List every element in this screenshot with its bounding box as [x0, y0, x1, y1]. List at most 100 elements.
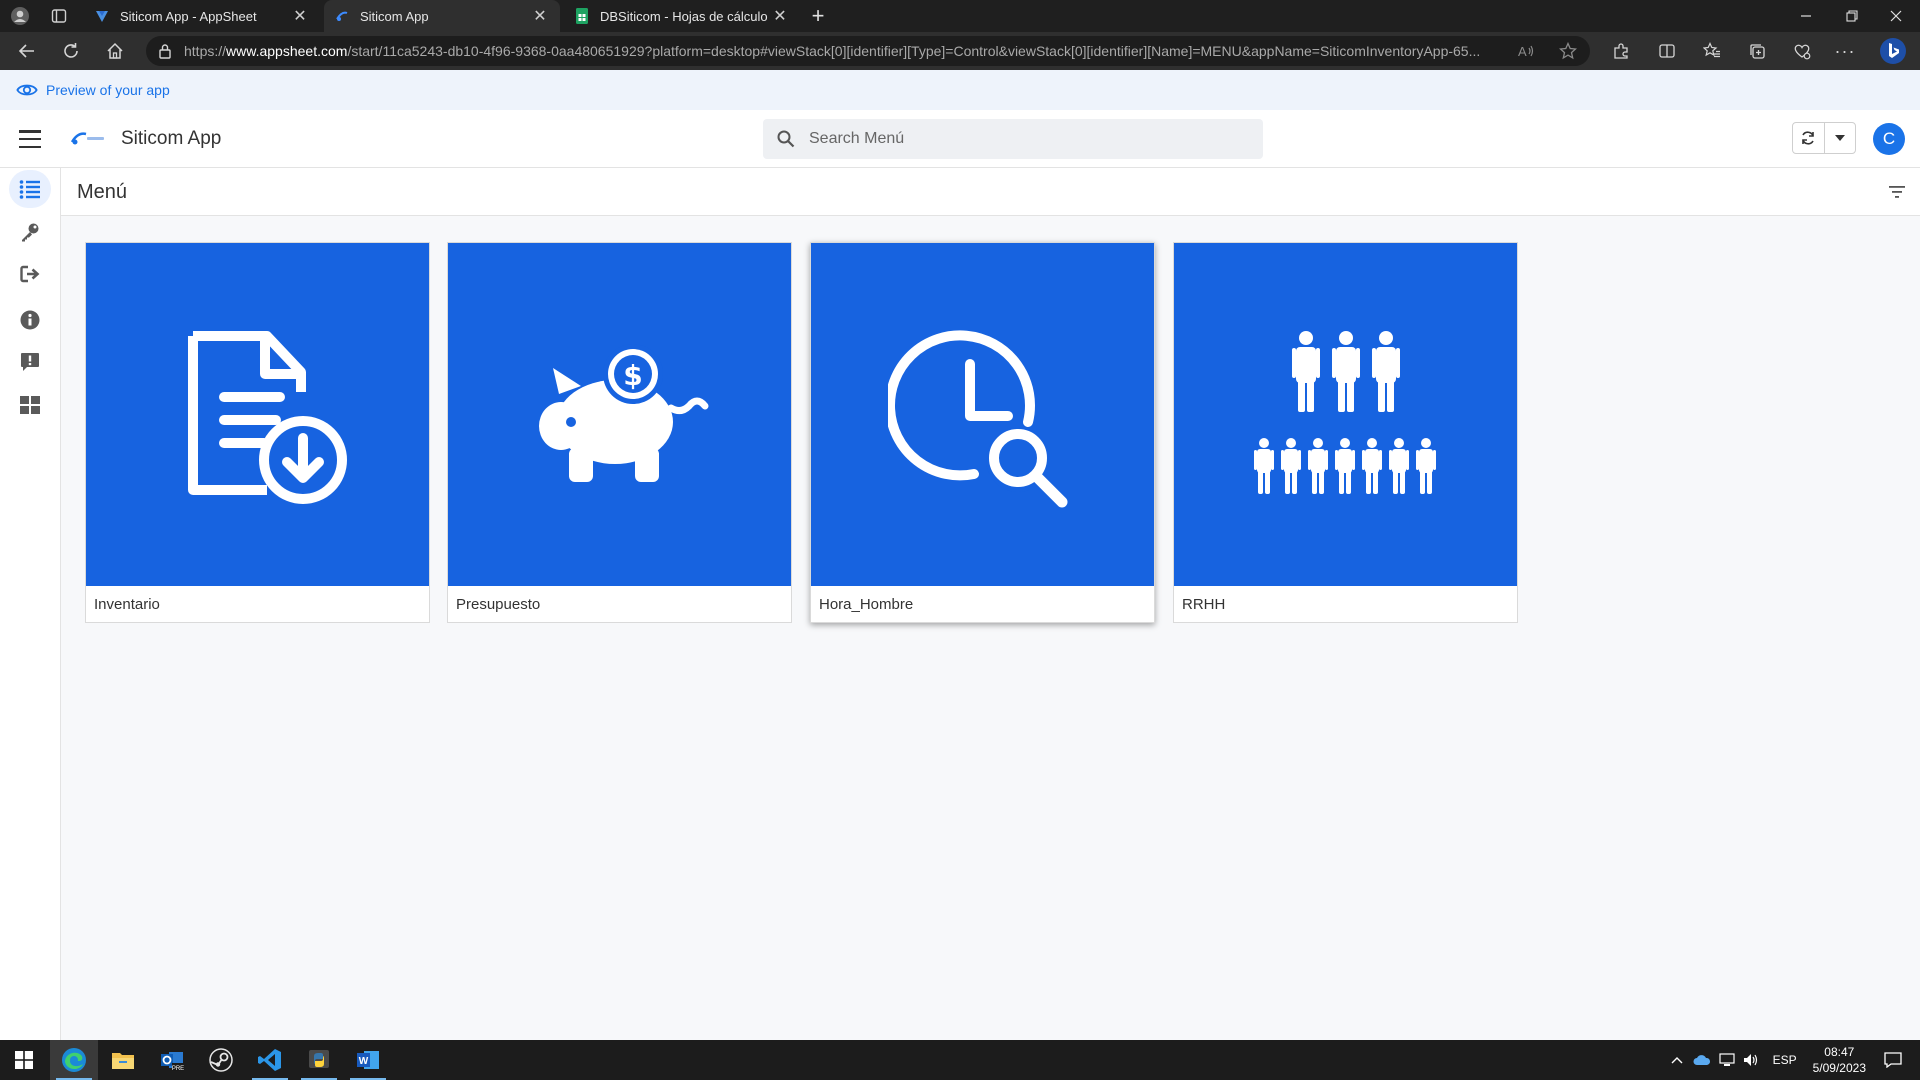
collections-icon[interactable] — [1742, 36, 1772, 66]
card-image: $ — [448, 243, 791, 586]
network-icon[interactable] — [1718, 1053, 1735, 1067]
search-input[interactable] — [809, 130, 1229, 148]
menu-card-inventario[interactable]: Inventario — [85, 242, 430, 623]
more-options-icon[interactable]: ··· — [1830, 36, 1860, 66]
tab-title: Siticom App — [360, 8, 429, 24]
tab-dbsiticom[interactable]: DBSiticom - Hojas de cálculo de ✕ — [564, 0, 800, 32]
url-domain: www.appsheet.com — [226, 43, 348, 59]
filter-icon[interactable] — [1886, 182, 1908, 202]
app-header: Siticom App C — [0, 110, 1920, 168]
tab-actions-icon[interactable] — [48, 6, 70, 26]
notification-icon[interactable] — [1884, 1052, 1902, 1068]
minimize-button[interactable] — [1788, 4, 1824, 28]
volume-icon[interactable] — [1743, 1053, 1759, 1067]
bing-copilot-icon[interactable] — [1878, 36, 1908, 66]
back-arrow-icon[interactable] — [12, 36, 42, 66]
tab-siticom[interactable]: Siticom App ✕ — [324, 0, 560, 32]
refresh-icon[interactable] — [56, 36, 86, 66]
view-header: Menú — [61, 168, 1920, 216]
menu-card-hora-hombre[interactable]: Hora_Hombre — [810, 242, 1155, 623]
edge-browser-icon[interactable] — [50, 1040, 98, 1080]
piggy-bank-icon: $ — [538, 343, 708, 482]
close-tab-icon[interactable]: ✕ — [770, 6, 790, 26]
sidebar-item-info[interactable] — [9, 301, 51, 339]
clock-search-icon — [887, 329, 1067, 507]
file-explorer-icon[interactable] — [99, 1040, 147, 1080]
sidebar-item-sign-out[interactable] — [9, 255, 51, 293]
svg-text:$: $ — [623, 359, 642, 392]
python-app-icon[interactable] — [295, 1040, 343, 1080]
onedrive-icon[interactable] — [1693, 1054, 1711, 1066]
siticom-icon — [334, 8, 350, 24]
people-group-icon — [1253, 330, 1436, 494]
tab-title: DBSiticom - Hojas de cálculo de — [600, 8, 770, 24]
sync-button-group — [1792, 122, 1856, 154]
preview-banner: Preview of your app — [0, 70, 1920, 110]
url-path: /start/11ca5243-db10-4f96-9368-0aa480651… — [347, 43, 1481, 59]
info-icon — [20, 310, 40, 330]
svg-text:PRE: PRE — [172, 1066, 184, 1071]
card-image — [86, 243, 429, 586]
favorite-star-icon[interactable] — [1553, 36, 1583, 66]
clock-date: 5/09/2023 — [1812, 1061, 1866, 1075]
sync-options-button[interactable] — [1825, 123, 1856, 153]
feedback-icon — [21, 353, 39, 371]
windows-taskbar: PRE W ESP 08:47 5/09/2023 — [0, 1040, 1920, 1080]
avatar[interactable]: C — [1873, 123, 1905, 155]
card-label: Hora_Hombre — [819, 596, 914, 613]
system-tray: ESP 08:47 5/09/2023 — [1671, 1040, 1920, 1080]
document-download-icon — [187, 330, 347, 504]
new-tab-button[interactable]: + — [806, 3, 830, 28]
appsheet-icon — [94, 8, 110, 24]
outlook-icon[interactable]: PRE — [148, 1040, 196, 1080]
home-icon[interactable] — [100, 36, 130, 66]
language-indicator[interactable]: ESP — [1773, 1053, 1797, 1067]
app-logo — [70, 132, 104, 145]
sync-button[interactable] — [1793, 123, 1825, 153]
card-label: Inventario — [94, 596, 160, 613]
lock-icon — [158, 43, 172, 59]
key-icon — [22, 223, 39, 242]
restore-button[interactable] — [1834, 4, 1870, 28]
close-window-button[interactable] — [1878, 4, 1914, 28]
split-screen-icon[interactable] — [1652, 36, 1682, 66]
sidebar-item-key[interactable] — [9, 213, 51, 251]
list-icon — [19, 180, 40, 199]
profile-icon[interactable] — [8, 5, 32, 27]
sidebar-item-menu[interactable] — [9, 170, 51, 208]
menu-card-rrhh[interactable]: RRHH — [1173, 242, 1518, 623]
grid-icon — [20, 396, 40, 414]
read-aloud-icon[interactable]: A — [1512, 36, 1542, 66]
card-image — [811, 243, 1154, 586]
favorites-icon[interactable] — [1697, 36, 1727, 66]
svg-text:W: W — [359, 1056, 369, 1067]
sidebar-item-apps[interactable] — [9, 386, 51, 424]
word-icon[interactable]: W — [344, 1040, 392, 1080]
menu-card-presupuesto[interactable]: $ Presupuesto — [447, 242, 792, 623]
windows-start-icon[interactable] — [0, 1040, 48, 1080]
sidebar — [0, 168, 61, 1040]
address-bar[interactable]: https://www.appsheet.com/start/11ca5243-… — [146, 36, 1590, 66]
clock[interactable]: 08:47 5/09/2023 — [1813, 1044, 1866, 1076]
menu-hamburger-icon[interactable] — [16, 126, 44, 152]
steam-icon[interactable] — [197, 1040, 245, 1080]
vscode-icon[interactable] — [246, 1040, 294, 1080]
search-box[interactable] — [763, 119, 1263, 159]
clock-time: 08:47 — [1824, 1045, 1855, 1059]
close-tab-icon[interactable]: ✕ — [290, 6, 310, 26]
extensions-icon[interactable] — [1606, 36, 1636, 66]
sync-icon — [1802, 131, 1815, 145]
sign-out-icon — [20, 265, 40, 283]
app-title: Siticom App — [121, 128, 222, 149]
chevron-down-icon — [1834, 135, 1845, 141]
sidebar-item-feedback[interactable] — [9, 343, 51, 381]
card-label: RRHH — [1182, 596, 1226, 613]
url-prefix: https:// — [184, 43, 227, 59]
chevron-up-icon[interactable] — [1671, 1056, 1683, 1064]
close-tab-icon[interactable]: ✕ — [530, 6, 550, 26]
tab-appsheet[interactable]: Siticom App - AppSheet ✕ — [84, 0, 320, 32]
google-sheets-icon — [574, 8, 590, 24]
eye-icon — [16, 84, 38, 96]
browser-essentials-icon[interactable] — [1787, 36, 1817, 66]
card-image — [1174, 243, 1517, 586]
